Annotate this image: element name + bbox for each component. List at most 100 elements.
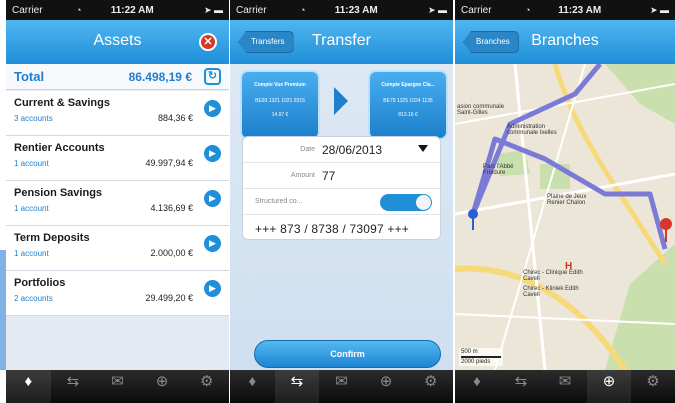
account-name: Portfolios [14,277,66,289]
money-bag-icon: ♦ [473,373,481,390]
structured-comm-input[interactable]: +++ 873 / 8738 / 73097 +++ [255,222,409,236]
account-name: Pension Savings [14,187,103,199]
refresh-icon[interactable]: ↻ [204,68,221,85]
battery-icon: ➤ ▬ [649,4,669,15]
status-bar: Carrier ◔ 11:22 AM ➤ ▬ [6,0,229,20]
account-amount: 49.997,94 € [145,158,193,168]
tab-bar: ♦ ⇆ ✉ ⊕ ⚙ [230,370,453,403]
assets-screen: Carrier ◔ 11:22 AM ➤ ▬ Assets ✕ Total 86… [6,0,229,403]
from-account-name: Compte Vue Premium [254,82,306,88]
from-account-card[interactable]: Compte Vue Premium BE93 1321 1021 9315 1… [240,70,320,140]
transfer-arrows-icon: ⇆ [66,373,80,390]
total-value: 86.498,19 € [128,69,192,84]
account-name: Current & Savings [14,97,110,109]
transfer-content: Compte Vue Premium BE93 1321 1021 9315 1… [230,64,453,370]
account-amount: 29.499,20 € [145,293,193,303]
map-label-chirec-fr: Chirec - Clinique Edith Cavell [523,270,583,282]
scale-line [461,356,501,358]
tab-settings[interactable]: ⚙ [408,370,453,403]
transfer-form: Date 28/06/2013 Amount 77 Structured co.… [242,136,441,240]
battery-icon: ➤ ▬ [427,4,447,15]
battery-icon: ➤ ▬ [203,4,223,15]
map-view[interactable]: H asion communale Saint-Gilles Administr… [455,64,675,370]
account-amount: 2.000,00 € [150,248,193,258]
to-account-balance: 813.16 € [398,112,418,118]
tab-transfer[interactable]: ⇆ [51,370,96,403]
arrow-right-icon [334,87,348,115]
map-label-chirec-nl: Chirec - Kliniek Edith Cavell [523,286,579,298]
globe-icon: ⊕ [602,373,616,390]
tab-messages[interactable]: ✉ [95,370,140,403]
date-value[interactable]: 28/06/2013 [322,143,382,157]
account-row-rentier[interactable]: Rentier Accounts 1 account 49.997,94 € ▶ [6,136,229,181]
status-time: 11:23 AM [558,4,602,16]
amount-input[interactable]: 77 [322,169,335,183]
chevron-right-icon[interactable]: ▶ [204,235,221,252]
chevron-right-icon[interactable]: ▶ [204,280,221,297]
nav-bar: Branches Branches [455,20,675,64]
from-account-iban: BE93 1321 1021 9315 [255,98,305,104]
structured-label: Structured co... [255,198,303,205]
map-label-parc: Parc l'Abbé Froidure [483,164,514,176]
carrier-label: Carrier [12,4,43,16]
dropdown-icon[interactable] [418,145,428,152]
globe-icon: ⊕ [155,373,169,390]
status-time: 11:22 AM [110,4,154,16]
close-button[interactable]: ✕ [199,33,217,51]
gear-icon: ⚙ [199,373,214,390]
gear-icon: ⚙ [646,373,660,390]
carrier-label: Carrier [461,4,492,16]
money-bag-icon: ♦ [24,373,33,390]
gear-icon: ⚙ [423,373,438,390]
account-name: Rentier Accounts [14,142,105,154]
tab-assets[interactable]: ♦ [230,370,275,403]
tab-settings[interactable]: ⚙ [184,370,229,403]
chevron-right-icon[interactable]: ▶ [204,190,221,207]
tab-bar: ♦ ⇆ ✉ ⊕ ⚙ [455,370,675,403]
date-row[interactable]: Date 28/06/2013 [243,137,440,163]
to-account-iban: BE79 1325 1024 1135 [383,98,433,104]
page-title: Branches [531,32,599,49]
map-scale: 500 m 2000 pieds [459,348,503,366]
structured-toggle[interactable] [380,194,432,211]
account-row-term-deposits[interactable]: Term Deposits 1 account 2.000,00 € ▶ [6,226,229,271]
chevron-right-icon[interactable]: ▶ [204,145,221,162]
confirm-button[interactable]: Confirm [254,340,441,368]
envelope-icon: ✉ [558,373,572,390]
tab-branches[interactable]: ⊕ [587,370,631,403]
tab-assets[interactable]: ♦ [455,370,499,403]
status-bar: Carrier ◔ 11:23 AM ➤ ▬ [230,0,453,20]
tab-assets[interactable]: ♦ [6,370,51,403]
tab-branches[interactable]: ⊕ [140,370,185,403]
nav-bar: Transfers Transfer [230,20,453,64]
account-row-portfolios[interactable]: Portfolios 2 accounts 29.499,20 € ▶ [6,271,229,316]
to-account-name: Compte Epargne Cla... [381,82,435,88]
tab-settings[interactable]: ⚙ [631,370,675,403]
transfer-arrows-icon: ⇆ [514,373,528,390]
tab-messages[interactable]: ✉ [543,370,587,403]
tab-transfer[interactable]: ⇆ [499,370,543,403]
map-label-plaine: Plaine de Jeux Renier Chalon [547,194,587,206]
transfer-screen: Carrier ◔ 11:23 AM ➤ ▬ Transfers Transfe… [230,0,453,403]
chevron-right-icon[interactable]: ▶ [204,100,221,117]
to-account-card[interactable]: Compte Epargne Cla... BE79 1325 1024 113… [368,70,448,140]
tab-transfer[interactable]: ⇆ [274,370,320,403]
account-row-current-savings[interactable]: Current & Savings 3 accounts 884,36 € ▶ [6,91,229,136]
structured-toggle-row: Structured co... [243,189,440,215]
tab-messages[interactable]: ✉ [319,370,364,403]
tab-branches[interactable]: ⊕ [364,370,409,403]
transfer-arrows-icon: ⇆ [290,373,304,390]
branches-screen: Carrier ◔ 11:23 AM ➤ ▬ Branches Branches [455,0,675,403]
nav-bar: Assets ✕ [6,20,229,64]
account-name: Term Deposits [14,232,90,244]
envelope-icon: ✉ [111,373,124,390]
structured-comm-row[interactable]: +++ 873 / 8738 / 73097 +++ [243,215,440,241]
tab-bar: ♦ ⇆ ✉ ⊕ ⚙ [6,370,229,403]
amount-row[interactable]: Amount 77 [243,163,440,189]
status-bar: Carrier ◔ 11:23 AM ➤ ▬ [455,0,675,20]
account-row-pension[interactable]: Pension Savings 1 account 4.136,69 € ▶ [6,181,229,226]
carrier-label: Carrier [236,4,267,16]
globe-icon: ⊕ [379,373,393,390]
money-bag-icon: ♦ [248,373,257,390]
page-title: Transfer [312,32,371,49]
